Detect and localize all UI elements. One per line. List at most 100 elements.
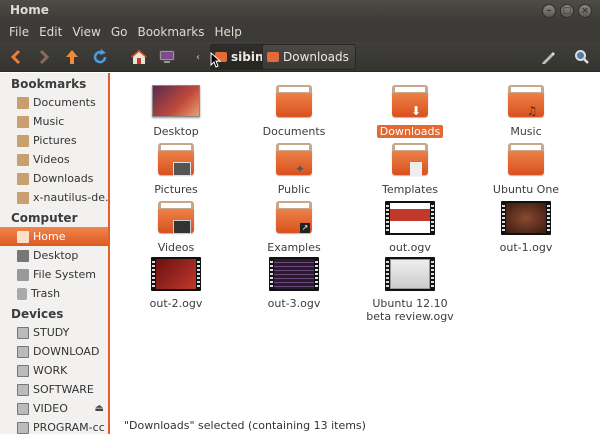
menu-file[interactable]: File: [4, 25, 34, 39]
file-public[interactable]: ✦ Public: [238, 139, 350, 196]
reload-icon: [93, 49, 107, 64]
file-ubuntu-review-ogv[interactable]: Ubuntu 12.10 beta review.ogv: [354, 253, 466, 323]
file-out-1-ogv[interactable]: out-1.ogv: [470, 197, 582, 254]
pictures-icon: [17, 134, 29, 147]
file-view: Desktop Documents ⬇ Downloads ♫ Music Pi…: [112, 73, 600, 434]
path-crumb-home-label: sibin: [231, 50, 264, 64]
video-thumbnail-icon: [385, 201, 435, 235]
computer-icon: [159, 50, 175, 63]
forward-button[interactable]: [34, 45, 54, 69]
sidebar-item-trash[interactable]: Trash: [0, 284, 108, 303]
sidebar-item-videos[interactable]: Videos: [0, 150, 108, 169]
drive-icon: [17, 345, 29, 358]
path-scroll-left[interactable]: ‹: [192, 45, 204, 69]
documents-icon: [17, 96, 29, 109]
edit-location-button[interactable]: [538, 45, 558, 69]
path-crumb-downloads[interactable]: Downloads: [262, 44, 356, 70]
file-videos[interactable]: Videos: [120, 197, 232, 254]
back-arrow-icon: [10, 49, 21, 65]
file-documents[interactable]: Documents: [238, 81, 350, 138]
sidebar-item-work[interactable]: WORK: [0, 361, 108, 380]
sidebar-item-x-nautilus[interactable]: x-nautilus-de...: [0, 188, 108, 207]
folder-music-icon: ♫: [508, 85, 544, 118]
video-thumbnail-icon: [269, 257, 319, 291]
sidebar: Bookmarks Documents Music Pictures Video…: [0, 73, 110, 434]
folder-templates-icon: [392, 143, 428, 176]
file-templates[interactable]: Templates: [354, 139, 466, 196]
sidebar-item-study[interactable]: STUDY: [0, 323, 108, 342]
maximize-button[interactable]: □: [560, 4, 574, 18]
menu-help[interactable]: Help: [210, 25, 247, 39]
file-out-2-ogv[interactable]: out-2.ogv: [120, 253, 232, 310]
desktop-thumbnail-icon: [152, 85, 200, 117]
downloads-folder-icon: [267, 52, 279, 62]
folder-download-icon: ⬇: [392, 85, 428, 118]
file-pictures[interactable]: Pictures: [120, 139, 232, 196]
file-examples[interactable]: ↗ Examples: [238, 197, 350, 254]
menu-edit[interactable]: Edit: [34, 25, 67, 39]
sidebar-item-desktop[interactable]: Desktop: [0, 246, 108, 265]
drive-icon: [17, 268, 29, 281]
file-out-3-ogv[interactable]: out-3.ogv: [238, 253, 350, 310]
sidebar-item-music[interactable]: Music: [0, 112, 108, 131]
sidebar-item-file-system[interactable]: File System: [0, 265, 108, 284]
forward-arrow-icon: [39, 49, 50, 65]
sidebar-item-downloads[interactable]: Downloads: [0, 169, 108, 188]
folder-icon: [508, 143, 544, 175]
search-icon: [575, 50, 589, 64]
video-thumbnail-icon: [151, 257, 201, 291]
downloads-icon: [17, 172, 29, 185]
drive-icon: [17, 364, 29, 377]
window-title: Home: [10, 3, 49, 17]
drive-icon: [17, 326, 29, 339]
menu-bookmarks[interactable]: Bookmarks: [132, 25, 209, 39]
file-music[interactable]: ♫ Music: [470, 81, 582, 138]
folder-icon: [276, 85, 312, 117]
close-button[interactable]: ×: [578, 4, 592, 18]
folder-pictures-icon: [158, 143, 194, 176]
sidebar-item-documents[interactable]: Documents: [0, 93, 108, 112]
videos-icon: [17, 153, 29, 166]
sidebar-item-download[interactable]: DOWNLOAD: [0, 342, 108, 361]
file-manager-window: Home – □ × File Edit View Go Bookmarks H…: [0, 0, 600, 434]
file-ubuntu-one[interactable]: Ubuntu One: [470, 139, 582, 196]
video-thumbnail-icon: [501, 201, 551, 235]
folder-public-icon: ✦: [276, 143, 312, 176]
folder-link-icon: ↗: [276, 201, 312, 233]
menu-view[interactable]: View: [67, 25, 105, 39]
reload-button[interactable]: [90, 45, 110, 69]
sidebar-item-home[interactable]: Home: [0, 227, 108, 246]
eject-icon[interactable]: ⏏: [95, 403, 104, 414]
file-out-ogv[interactable]: out.ogv: [354, 197, 466, 254]
file-downloads[interactable]: ⬇ Downloads: [354, 81, 466, 138]
menu-go[interactable]: Go: [106, 25, 133, 39]
up-button[interactable]: [62, 45, 82, 69]
home-icon: [131, 50, 147, 64]
path-crumb-downloads-label: Downloads: [283, 50, 349, 64]
search-button[interactable]: [572, 45, 592, 69]
drive-icon: [17, 402, 29, 415]
sidebar-item-pictures[interactable]: Pictures: [0, 131, 108, 150]
video-thumbnail-icon: [385, 257, 435, 291]
home-icon: [17, 230, 29, 243]
sidebar-item-program[interactable]: PROGRAM-cc: [0, 418, 108, 434]
file-desktop[interactable]: Desktop: [120, 81, 232, 138]
up-arrow-icon: [66, 50, 78, 64]
title-bar: Home – □ ×: [0, 0, 600, 22]
sidebar-item-software[interactable]: SOFTWARE: [0, 380, 108, 399]
music-icon: [17, 115, 29, 128]
minimize-button[interactable]: –: [542, 4, 556, 18]
folder-videos-icon: [158, 201, 194, 234]
sidebar-item-video[interactable]: VIDEO ⏏: [0, 399, 108, 418]
status-bar: "Downloads" selected (containing 13 item…: [124, 419, 366, 432]
mouse-cursor-icon: [210, 52, 222, 68]
toolbar: ‹ sibin Downloads: [0, 42, 600, 72]
desktop-icon: [17, 249, 29, 262]
trash-icon: [17, 287, 27, 300]
drive-icon: [17, 421, 29, 434]
sidebar-header-devices: Devices: [11, 307, 64, 321]
sidebar-header-bookmarks: Bookmarks: [11, 77, 87, 91]
back-button[interactable]: [6, 45, 26, 69]
home-button[interactable]: [128, 45, 150, 69]
computer-button[interactable]: [156, 45, 178, 69]
